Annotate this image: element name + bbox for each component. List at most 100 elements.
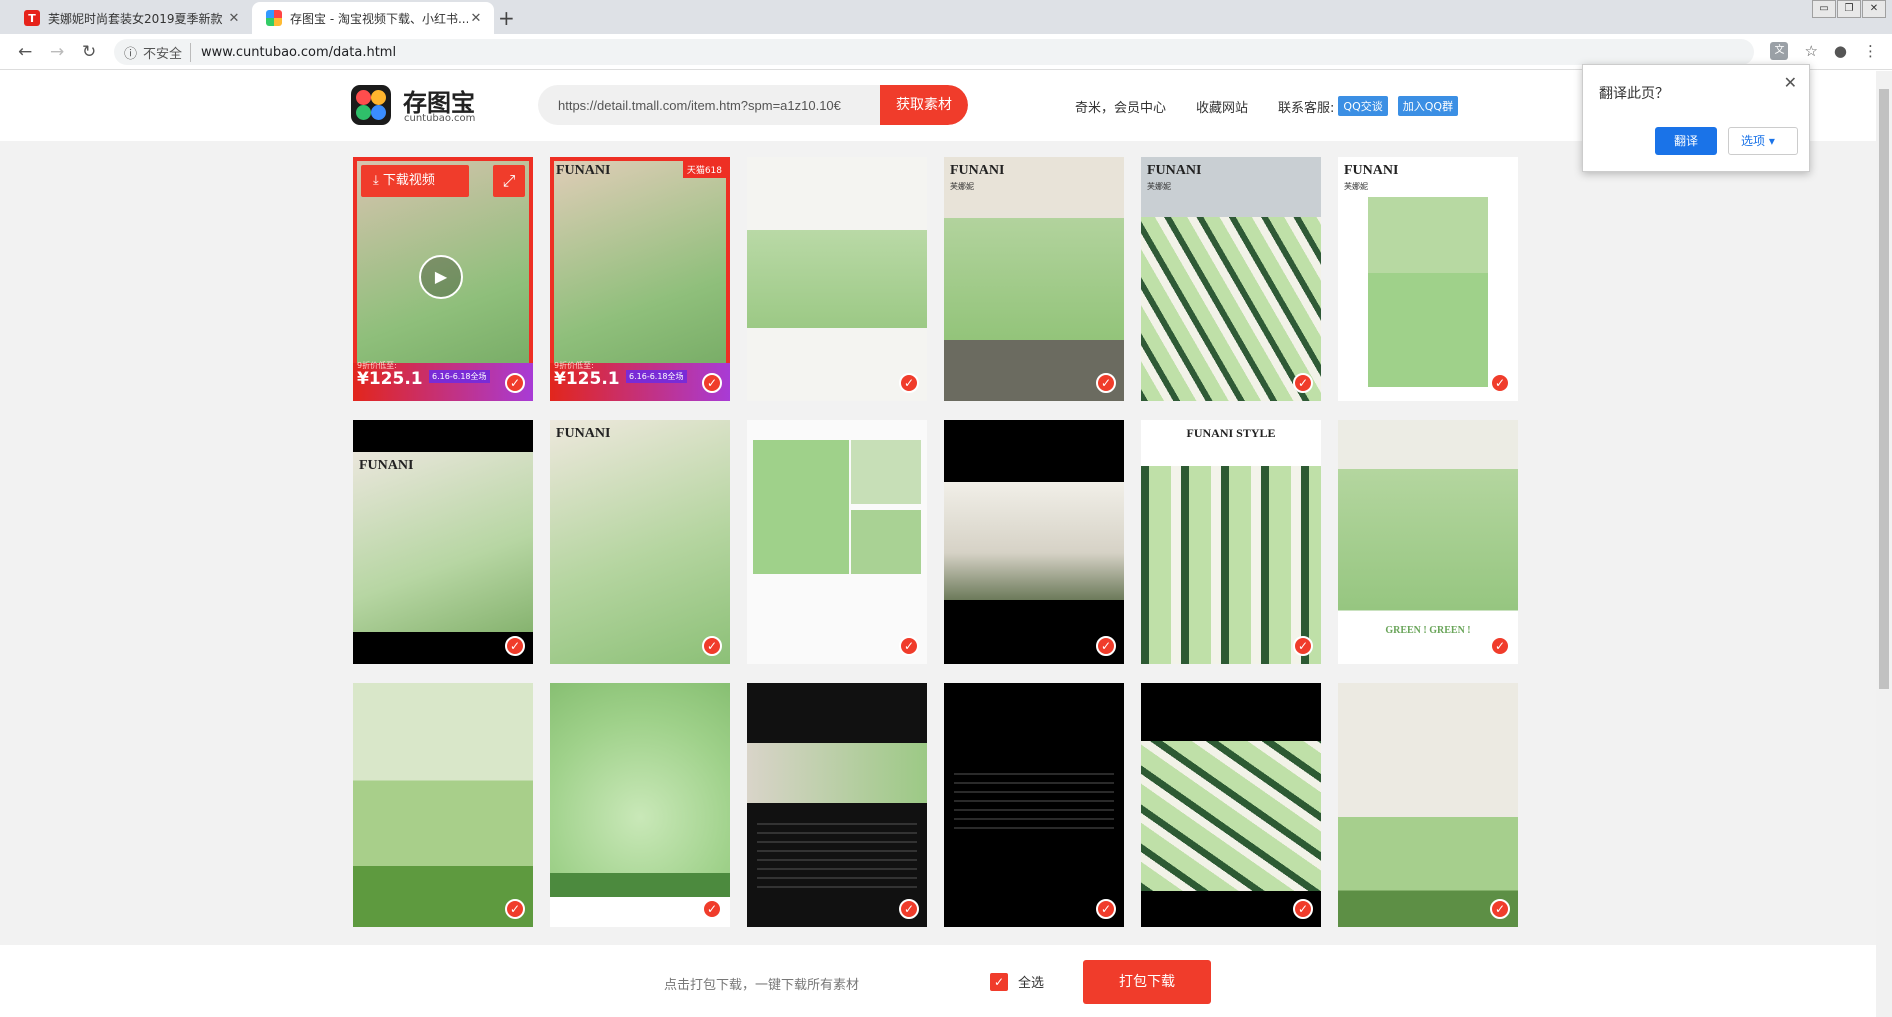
grid-item[interactable]: FUNANI STYLE ✓ — [1141, 420, 1321, 664]
address-bar[interactable]: ⓘ 不安全 www.cuntubao.com/data.html — [114, 39, 1754, 65]
selected-check-icon[interactable]: ✓ — [702, 899, 722, 919]
bottom-bar: 点击打包下载，一键下载所有素材 ✓ 全选 打包下载 — [0, 945, 1876, 1017]
bookmark-link[interactable]: 收藏网站 — [1196, 97, 1248, 116]
detail-photo — [851, 440, 921, 504]
grid-item[interactable]: ✓ — [944, 420, 1124, 664]
garment — [1368, 197, 1488, 387]
cuntubao-favicon-icon — [266, 10, 282, 26]
forward-icon[interactable]: → — [50, 42, 64, 62]
grid-item[interactable]: ✓ — [747, 420, 927, 664]
security-label: 不安全 — [143, 42, 192, 62]
menu-icon[interactable]: ⋮ — [1863, 42, 1878, 60]
selected-check-icon[interactable]: ✓ — [1096, 636, 1116, 656]
brand-overlay: FUNANI — [950, 163, 1005, 178]
logo-icon[interactable] — [351, 85, 391, 125]
tmall-618-badge: 天猫618 — [682, 161, 726, 178]
detail-photo — [851, 510, 921, 574]
translate-popup: 翻译此页？ ✕ 翻译 选项 ▾ — [1582, 64, 1810, 172]
play-icon[interactable]: ▶ — [419, 255, 463, 299]
grid-item[interactable]: FUNANI ✓ — [353, 420, 533, 664]
page-scrollbar[interactable] — [1876, 71, 1892, 1017]
photo — [944, 482, 1124, 600]
selected-check-icon[interactable]: ✓ — [702, 636, 722, 656]
brand-sub: 芙娜妮 — [950, 182, 974, 191]
member-center-link[interactable]: 奇米，会员中心 — [1075, 97, 1166, 116]
grid-item[interactable]: FUNANI 芙娜妮 ✓ — [1338, 157, 1518, 401]
tab-cuntubao[interactable]: 存图宝 - 淘宝视频下载、小红书... ✕ — [252, 2, 494, 34]
selected-check-icon[interactable]: ✓ — [899, 373, 919, 393]
grid-item[interactable]: ✓ — [550, 683, 730, 927]
selected-check-icon[interactable]: ✓ — [505, 636, 525, 656]
promo-text: 6.16-6.18全场 — [626, 370, 687, 383]
select-all[interactable]: ✓ 全选 — [990, 972, 1044, 991]
grid-item[interactable]: ✓ — [944, 683, 1124, 927]
window-controls: ▭ ❐ ✕ — [1811, 0, 1886, 18]
photo — [353, 452, 533, 632]
grid-item[interactable]: FUNANI 天猫618 9折价低至: ¥125.1 6.16-6.18全场 ✓ — [550, 157, 730, 401]
selected-check-icon[interactable]: ✓ — [1293, 899, 1313, 919]
grid-item[interactable]: FUNANI ✓ — [550, 420, 730, 664]
close-tab-icon[interactable]: ✕ — [468, 11, 484, 26]
options-label: 选项 — [1741, 134, 1766, 148]
fetch-button[interactable]: 获取素材 — [880, 85, 968, 125]
reload-icon[interactable]: ↻ — [82, 42, 96, 62]
selected-check-icon[interactable]: ✓ — [1490, 899, 1510, 919]
fabric-photo — [1141, 741, 1321, 891]
tab-product[interactable]: T 芙娜妮时尚套装女2019夏季新款 ✕ — [10, 2, 252, 34]
grid-item[interactable]: GREEN ! GREEN ! ✓ — [1338, 420, 1518, 664]
search-input[interactable] — [558, 85, 848, 125]
download-video-button[interactable]: ⤓ 下载视频 — [361, 165, 469, 197]
selected-check-icon[interactable]: ✓ — [505, 373, 525, 393]
info-icon[interactable]: ⓘ — [124, 43, 137, 62]
selected-check-icon[interactable]: ✓ — [702, 373, 722, 393]
grid-item[interactable]: ✓ — [1141, 683, 1321, 927]
selected-check-icon[interactable]: ✓ — [1490, 373, 1510, 393]
account-icon[interactable]: ● — [1834, 42, 1847, 60]
scrollbar-thumb[interactable] — [1879, 89, 1889, 689]
header-links: 奇米，会员中心 收藏网站 联系客服: QQ交谈 加入QQ群 — [1075, 96, 1459, 116]
brand-domain: cuntubao.com — [404, 113, 476, 124]
translate-button[interactable]: 翻译 — [1655, 127, 1717, 155]
grid-item[interactable]: FUNANI 芙娜妮 ✓ — [944, 157, 1124, 401]
close-window-icon[interactable]: ✕ — [1862, 0, 1886, 18]
grid-item[interactable]: ✓ — [353, 683, 533, 927]
selected-check-icon[interactable]: ✓ — [1293, 373, 1313, 393]
fullscreen-icon[interactable]: ⤢ — [493, 165, 525, 197]
selected-check-icon[interactable]: ✓ — [1096, 899, 1116, 919]
grid-item[interactable]: ✓ — [1338, 683, 1518, 927]
translate-icon[interactable]: 文 — [1770, 42, 1789, 60]
selected-check-icon[interactable]: ✓ — [1293, 636, 1313, 656]
grid-item-video[interactable]: ⤓ 下载视频 ⤢ ▶ 9折价低至: ¥125.1 6.16-6.18全场 ✓ — [353, 157, 533, 401]
size-table — [954, 773, 1114, 833]
pack-download-button[interactable]: 打包下载 — [1083, 960, 1211, 1004]
price: ¥125.1 — [357, 369, 423, 389]
tab-title: 存图宝 - 淘宝视频下载、小红书... — [290, 11, 468, 26]
detail-photo — [753, 440, 849, 574]
grid-item[interactable]: ✓ — [747, 683, 927, 927]
options-button[interactable]: 选项 ▾ — [1728, 127, 1798, 155]
minimize-icon[interactable]: ▭ — [1812, 0, 1836, 18]
url-text[interactable]: www.cuntubao.com/data.html — [201, 45, 396, 60]
new-tab-button[interactable]: + — [498, 6, 515, 30]
selected-check-icon[interactable]: ✓ — [505, 899, 525, 919]
close-icon[interactable]: ✕ — [1784, 73, 1797, 92]
grid-item[interactable]: FUNANI 芙娜妮 ✓ — [1141, 157, 1321, 401]
selected-check-icon[interactable]: ✓ — [899, 899, 919, 919]
back-icon[interactable]: ← — [18, 42, 32, 62]
restore-icon[interactable]: ❐ — [1837, 0, 1861, 18]
caption-band — [550, 873, 730, 897]
translate-title: 翻译此页？ — [1599, 86, 1669, 102]
select-all-checkbox[interactable]: ✓ — [990, 972, 1008, 991]
star-icon[interactable]: ☆ — [1804, 42, 1817, 60]
brand-overlay: FUNANI — [556, 426, 611, 441]
brand-sub: 芙娜妮 — [1147, 182, 1171, 191]
selected-check-icon[interactable]: ✓ — [1490, 636, 1510, 656]
qq-group-button[interactable]: 加入QQ群 — [1397, 96, 1459, 116]
selected-check-icon[interactable]: ✓ — [1096, 373, 1116, 393]
close-tab-icon[interactable]: ✕ — [226, 11, 242, 26]
selected-check-icon[interactable]: ✓ — [899, 636, 919, 656]
qq-chat-button[interactable]: QQ交谈 — [1338, 96, 1388, 116]
price: ¥125.1 — [554, 369, 620, 389]
grid-item[interactable]: ✓ — [747, 157, 927, 401]
promo-text: 6.16-6.18全场 — [429, 370, 490, 383]
